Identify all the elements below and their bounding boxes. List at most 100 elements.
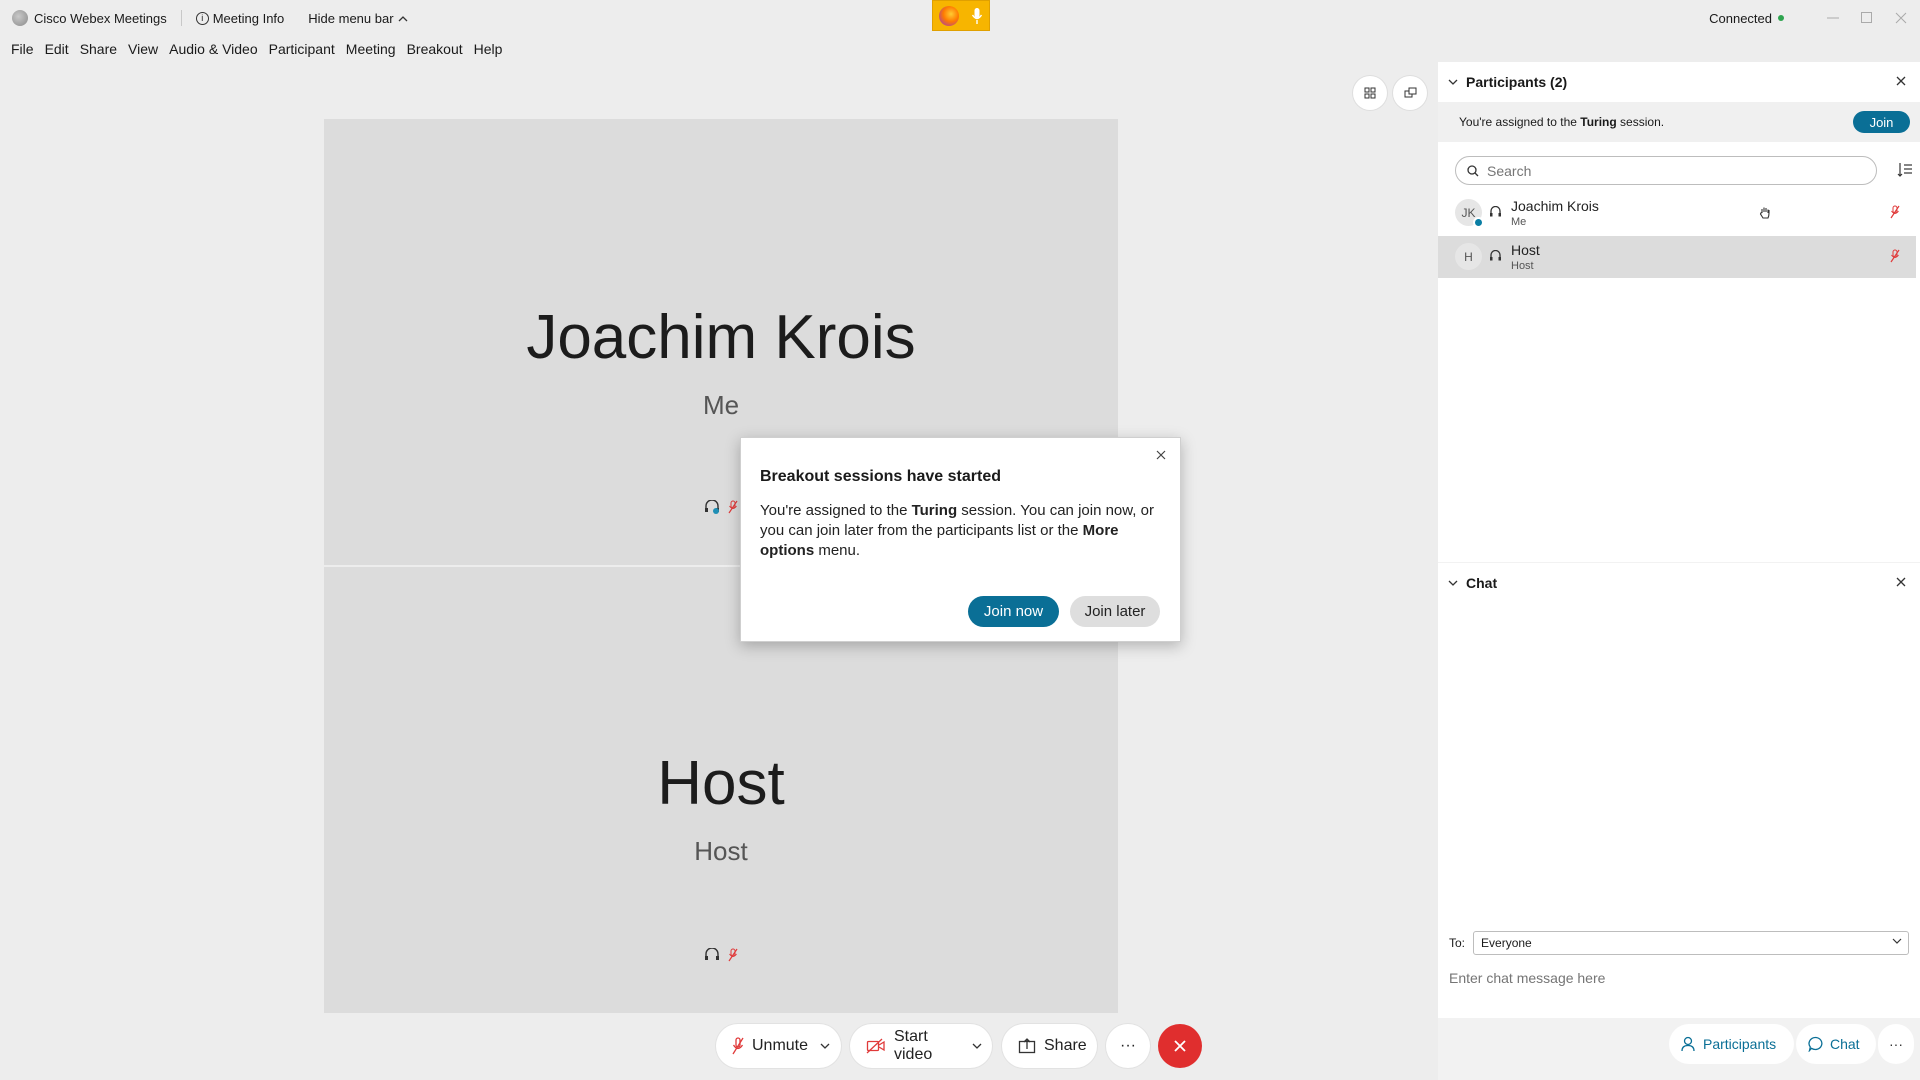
participant-role: Me: [1511, 216, 1527, 228]
menu-help[interactable]: Help: [474, 41, 503, 57]
chat-header[interactable]: Chat: [1438, 563, 1920, 603]
close-window-button[interactable]: [1886, 3, 1916, 33]
menu-meeting[interactable]: Meeting: [346, 41, 396, 57]
participant-name: Host: [1511, 242, 1540, 258]
tile-participant-label: Host: [694, 836, 748, 866]
search-icon: [1467, 164, 1479, 177]
to-label: To:: [1449, 936, 1466, 950]
firefox-icon: [939, 5, 959, 26]
webex-logo-icon: [12, 10, 28, 26]
panel-more-button[interactable]: ···: [1878, 1024, 1914, 1064]
leave-meeting-button[interactable]: [1158, 1024, 1202, 1068]
chat-bubble-icon: [1808, 1036, 1824, 1052]
chevron-down-icon[interactable]: [1448, 79, 1458, 85]
info-icon: i: [195, 11, 209, 25]
chevron-up-icon: [398, 15, 408, 22]
msg-part: menu.: [814, 542, 861, 559]
session-name: Turing: [1580, 115, 1617, 129]
assign-part: You're assigned to the: [1459, 115, 1581, 129]
microphone-icon: [971, 7, 983, 25]
meeting-info-label: Meeting Info: [212, 10, 285, 26]
minimize-button[interactable]: [1818, 3, 1848, 33]
menu-breakout[interactable]: Breakout: [407, 41, 463, 57]
mic-muted-icon: [728, 500, 738, 514]
participants-panel: Participants (2) You're assigned to the …: [1438, 62, 1920, 562]
separator: [180, 10, 182, 26]
meeting-info-button[interactable]: i Meeting Info: [195, 10, 285, 26]
join-now-button[interactable]: Join now: [968, 596, 1059, 627]
breakout-started-dialog: Breakout sessions have started You're as…: [740, 437, 1181, 642]
mic-muted-icon[interactable]: [1890, 249, 1900, 263]
participant-row[interactable]: JK Joachim Krois Me: [1438, 192, 1916, 234]
search-input[interactable]: [1487, 162, 1867, 179]
unmute-label: Unmute: [752, 1037, 809, 1054]
connection-status: Connected: [1709, 10, 1772, 26]
unmute-button[interactable]: Unmute: [716, 1024, 841, 1068]
menu-edit[interactable]: Edit: [45, 41, 69, 57]
layout-grid-button[interactable]: [1353, 76, 1387, 110]
right-panel: Participants (2) You're assigned to the …: [1438, 62, 1920, 1080]
recipient-value: Everyone: [1481, 936, 1532, 950]
share-label: Share: [1044, 1037, 1087, 1054]
video-stage: Joachim Krois Me Host Host: [0, 62, 1436, 1080]
participants-tab-label: Participants: [1703, 1036, 1777, 1052]
tile-participant-name: Joachim Krois: [526, 303, 916, 372]
chat-message-input[interactable]: [1449, 965, 1909, 991]
chevron-down-icon[interactable]: [1448, 580, 1458, 586]
chat-title: Chat: [1466, 575, 1498, 591]
close-dialog-button[interactable]: [1156, 450, 1166, 460]
avatar: H: [1455, 243, 1482, 270]
close-participants-button[interactable]: [1896, 76, 1906, 86]
close-icon: [1173, 1039, 1187, 1053]
chat-tab-button[interactable]: Chat: [1796, 1024, 1876, 1064]
join-session-button[interactable]: Join: [1853, 111, 1910, 133]
raise-hand-icon[interactable]: [1759, 206, 1771, 220]
participant-role: Host: [1511, 260, 1534, 272]
chevron-down-icon[interactable]: [972, 1043, 982, 1049]
more-icon: ···: [1120, 1037, 1136, 1054]
more-icon: ···: [1889, 1036, 1903, 1052]
menu-file[interactable]: File: [11, 41, 34, 57]
mic-muted-icon[interactable]: [1890, 205, 1900, 219]
more-options-button[interactable]: ···: [1106, 1024, 1150, 1068]
headset-connected-icon: [704, 500, 720, 514]
share-button[interactable]: Share: [1002, 1024, 1097, 1068]
chat-panel: Chat To: Everyone: [1438, 563, 1920, 1018]
start-video-label: Start video: [894, 1028, 933, 1063]
participant-search[interactable]: [1455, 156, 1877, 185]
participants-tab-button[interactable]: Participants: [1669, 1024, 1794, 1064]
app-title: Cisco Webex Meetings: [12, 10, 167, 26]
mic-muted-icon: [728, 948, 738, 962]
participants-header[interactable]: Participants (2): [1438, 62, 1920, 102]
menu-participant[interactable]: Participant: [269, 41, 335, 57]
start-video-button[interactable]: Start video: [850, 1024, 992, 1068]
connection-dot-icon: [1778, 15, 1784, 21]
video-off-icon: [866, 1038, 886, 1054]
assignment-text: You're assigned to the Turing session.: [1459, 115, 1664, 129]
hide-menu-label: Hide menu bar: [308, 10, 394, 26]
hide-menu-bar-button[interactable]: Hide menu bar: [308, 10, 408, 26]
dialog-message: You're assigned to the Turing session. Y…: [760, 501, 1165, 561]
headset-icon: [1489, 206, 1502, 218]
chevron-down-icon: [1892, 938, 1902, 944]
menu-share[interactable]: Share: [80, 41, 117, 57]
recipient-select[interactable]: Everyone: [1473, 931, 1910, 955]
maximize-button[interactable]: [1852, 3, 1882, 33]
menu-audio-video[interactable]: Audio & Video: [169, 41, 257, 57]
tile-participant-label: Me: [702, 390, 740, 420]
chat-tab-label: Chat: [1830, 1036, 1860, 1052]
window-controls: Connected: [1709, 0, 1920, 36]
tile-status-icons: [324, 948, 1118, 962]
chevron-down-icon[interactable]: [820, 1043, 830, 1049]
sharing-indicator[interactable]: [932, 0, 990, 31]
menu-view[interactable]: View: [128, 41, 158, 57]
participant-row[interactable]: H Host Host: [1438, 236, 1916, 278]
popout-view-button[interactable]: [1393, 76, 1427, 110]
mic-muted-icon: [732, 1037, 744, 1055]
close-chat-button[interactable]: [1896, 577, 1906, 587]
sort-list-icon[interactable]: [1897, 162, 1913, 178]
join-later-button[interactable]: Join later: [1070, 596, 1160, 627]
share-icon: [1018, 1038, 1036, 1054]
chat-recipient-row: To: Everyone: [1438, 923, 1920, 963]
app-name: Cisco Webex Meetings: [34, 10, 167, 26]
